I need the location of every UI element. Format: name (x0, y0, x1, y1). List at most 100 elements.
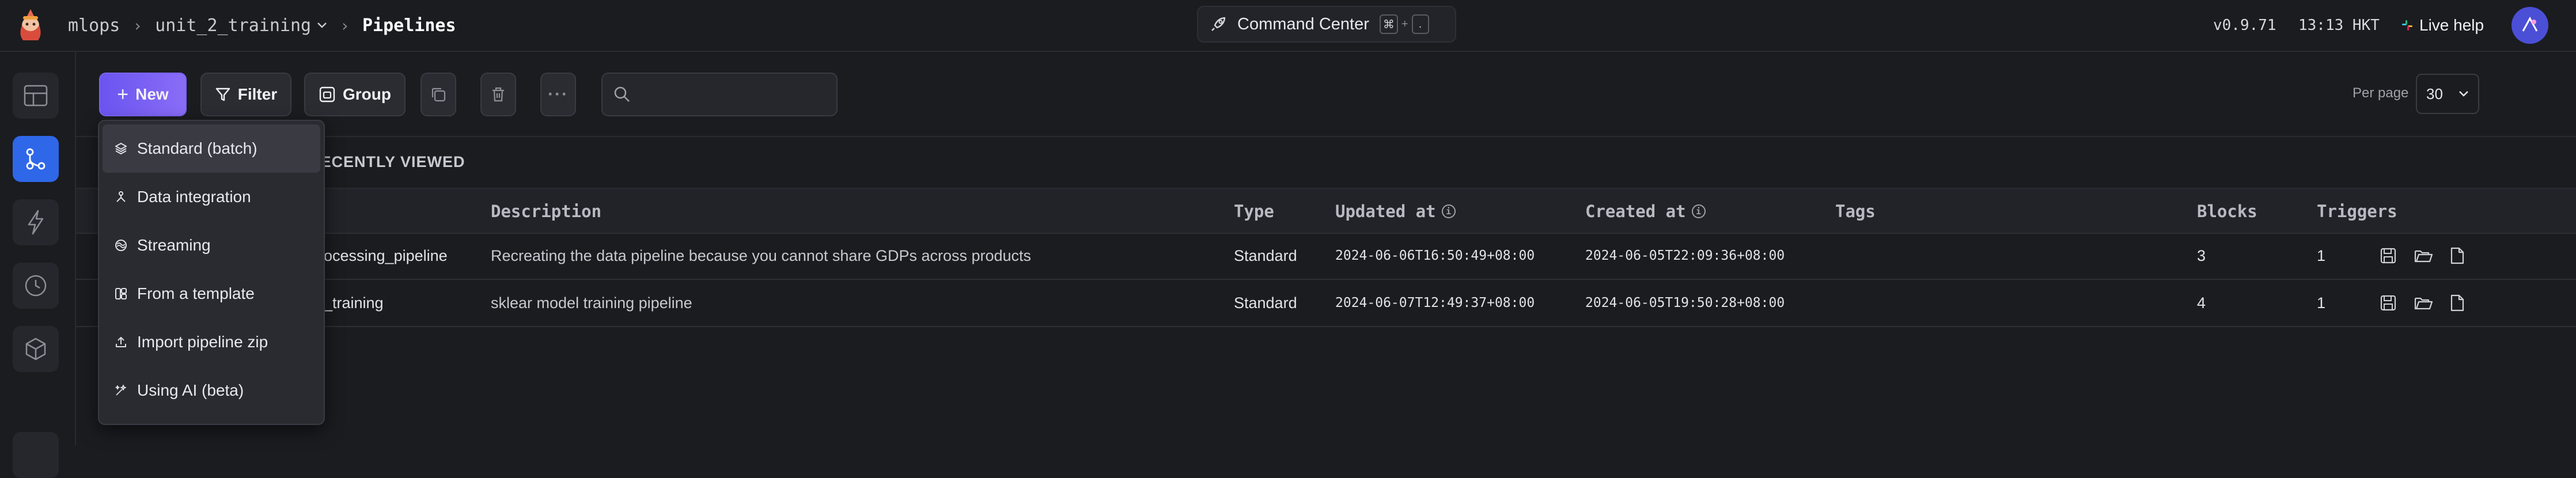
column-label: Blocks (2197, 202, 2257, 221)
mage-logo-icon[interactable] (15, 8, 46, 41)
new-button[interactable]: + New (99, 73, 187, 116)
rocket-icon (1211, 17, 1226, 31)
filter-button-label: Filter (237, 85, 278, 103)
breadcrumb-project[interactable]: mlops (68, 16, 120, 36)
avatar-icon (2522, 16, 2538, 32)
live-help-link[interactable]: Live help (2401, 0, 2484, 51)
pipeline-updated-at: 2024-06-07T12:49:37+08:00 (1335, 295, 1535, 310)
per-page-select[interactable]: 30 (2416, 74, 2479, 114)
user-avatar[interactable] (2511, 7, 2548, 44)
column-created-at[interactable]: Created at i (1585, 202, 1706, 221)
group-button[interactable]: Group (304, 73, 406, 116)
version-label: v0.9.71 (2213, 17, 2276, 34)
group-button-label: Group (343, 85, 391, 103)
upload-icon (116, 337, 126, 347)
save-icon[interactable] (2379, 294, 2397, 312)
save-icon[interactable] (2379, 246, 2397, 265)
filter-button[interactable]: Filter (200, 73, 291, 116)
nav-runs[interactable] (13, 263, 59, 309)
folder-open-icon[interactable] (2414, 294, 2433, 312)
pipeline-icon (26, 148, 46, 170)
breadcrumb-current: Pipelines (362, 15, 456, 36)
breadcrumb-branch: unit_2_training (155, 15, 312, 36)
group-icon (319, 86, 335, 103)
copy-icon (431, 88, 446, 102)
menu-item-using-ai[interactable]: Using AI (beta) (103, 366, 320, 415)
file-icon[interactable] (2449, 246, 2465, 265)
column-blocks[interactable]: Blocks (2197, 202, 2257, 221)
chevron-right-icon: › (132, 16, 143, 35)
column-label: Tags (1835, 202, 1876, 221)
column-type[interactable]: Type (1234, 202, 1274, 221)
search-input[interactable] (638, 85, 836, 104)
menu-item-from-template[interactable]: From a template (103, 270, 320, 318)
menu-item-label: Standard (batch) (137, 139, 257, 157)
column-description[interactable]: Description (491, 202, 601, 221)
menu-item-label: Import pipeline zip (137, 333, 268, 351)
nav-triggers[interactable] (13, 199, 59, 245)
pipeline-created-at: 2024-06-05T19:50:28+08:00 (1585, 295, 1785, 310)
pipeline-blocks: 4 (2197, 294, 2206, 312)
trash-icon (493, 87, 504, 102)
section-title: RECENTLY VIEWED (309, 153, 465, 170)
row-actions (2379, 233, 2465, 279)
column-triggers[interactable]: Triggers (2317, 202, 2397, 221)
row-actions (2379, 280, 2465, 326)
menu-item-data-integration[interactable]: Data integration (103, 173, 320, 221)
chevron-down-icon (317, 22, 327, 28)
table-row[interactable]: ocessing_pipeline Recreating the data pi… (76, 233, 2576, 280)
nav-more[interactable] (13, 432, 59, 478)
nav-blocks[interactable] (13, 326, 59, 372)
pipeline-triggers: 1 (2317, 246, 2326, 264)
pipeline-name[interactable]: _training (324, 280, 384, 326)
menu-item-streaming[interactable]: Streaming (103, 221, 320, 270)
search-icon (614, 86, 630, 102)
column-label: Triggers (2317, 202, 2397, 221)
recently-viewed-section: RECENTLY VIEWED (76, 137, 2576, 189)
breadcrumb-branch-dropdown[interactable]: unit_2_training (155, 16, 327, 36)
pipeline-blocks: 3 (2197, 246, 2206, 264)
column-label: Created at (1585, 202, 1686, 221)
clone-button[interactable] (421, 73, 456, 116)
plus-icon: + (117, 83, 129, 105)
info-icon[interactable]: i (1441, 204, 1456, 218)
stack-icon (115, 143, 127, 154)
column-updated-at[interactable]: Updated at i (1335, 202, 1456, 221)
column-tags[interactable]: Tags (1835, 202, 1876, 221)
menu-item-label: Streaming (137, 236, 211, 254)
nav-overview[interactable] (13, 73, 59, 119)
clock-icon (25, 275, 47, 297)
column-label: Updated at (1335, 202, 1436, 221)
sparkle-icon (115, 385, 126, 396)
command-center-button[interactable]: Command Center ⌘ + . (1197, 6, 1456, 43)
folder-open-icon[interactable] (2414, 246, 2433, 265)
template-icon (115, 288, 127, 299)
search-box[interactable] (601, 73, 838, 116)
column-label: Type (1234, 202, 1274, 221)
command-center-label: Command Center (1237, 14, 1369, 33)
delete-button[interactable] (480, 73, 516, 116)
cube-icon (25, 337, 46, 361)
left-nav (0, 52, 76, 478)
menu-item-import-zip[interactable]: Import pipeline zip (103, 318, 320, 366)
lightning-icon (28, 210, 44, 235)
file-icon[interactable] (2449, 294, 2465, 312)
integration-icon (116, 191, 126, 202)
pipeline-description: sklear model training pipeline (491, 294, 692, 312)
streaming-icon (115, 240, 127, 251)
shortcut-key-cmd: ⌘ (1379, 14, 1398, 34)
live-help-label: Live help (2419, 16, 2484, 34)
shortcut-key-period: . (1411, 14, 1429, 34)
table-row[interactable]: _training sklear model training pipeline… (76, 280, 2576, 327)
nav-pipelines[interactable] (13, 136, 59, 182)
pipeline-name[interactable]: ocessing_pipeline (324, 233, 448, 279)
menu-item-label: Data integration (137, 188, 251, 206)
more-actions-button[interactable]: ··· (540, 73, 576, 116)
menu-item-standard-batch[interactable]: Standard (batch) (103, 124, 320, 173)
pipeline-description: Recreating the data pipeline because you… (491, 246, 1032, 264)
info-icon[interactable]: i (1691, 204, 1706, 218)
slack-icon (2402, 20, 2412, 31)
toolbar: + New Filter Group ··· Per page 30 (76, 52, 2576, 137)
per-page-label: Per page (2353, 85, 2409, 101)
menu-item-label: From a template (137, 284, 255, 302)
